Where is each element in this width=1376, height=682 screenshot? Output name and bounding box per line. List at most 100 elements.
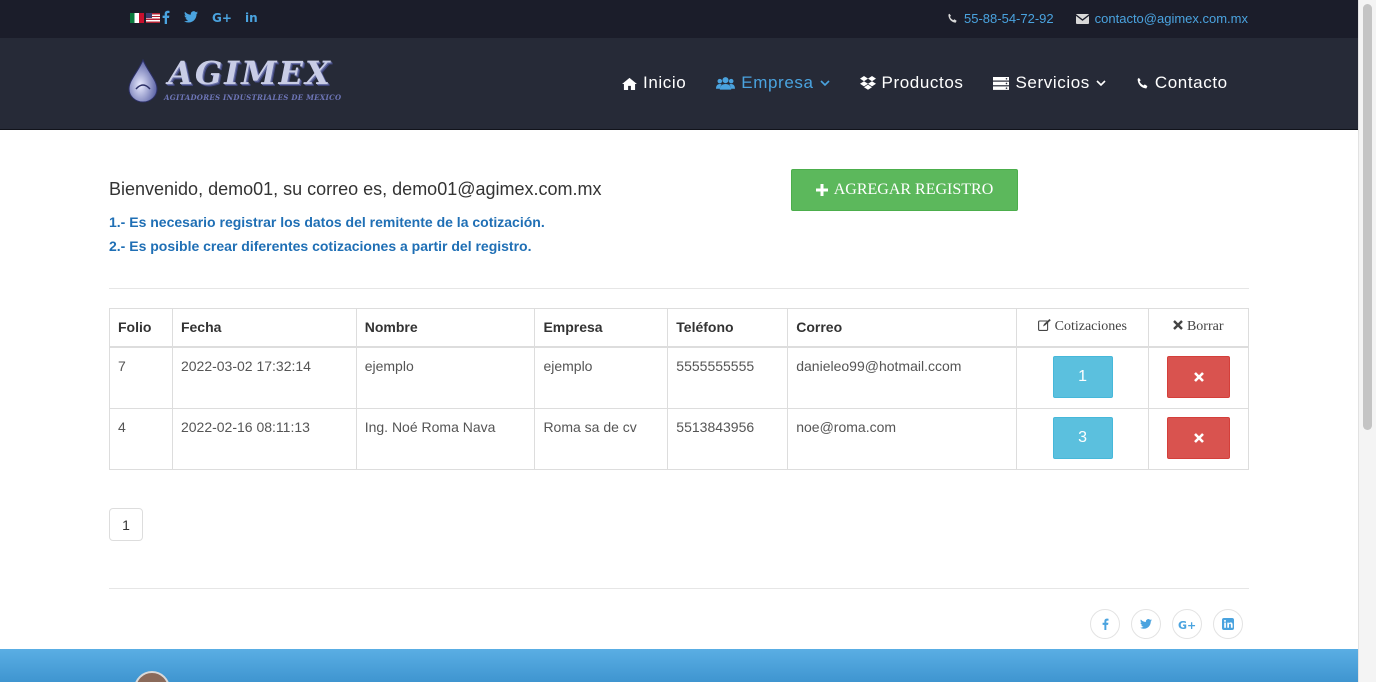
top-contact: 55-88-54-72-92 contacto@agimex.com.mx (947, 11, 1248, 26)
footer-band (0, 649, 1358, 682)
table-row: 4 2022-02-16 08:11:13 Ing. Noé Roma Nava… (109, 407, 1249, 470)
edit-icon (1038, 319, 1051, 331)
header-cotizaciones-label: Cotizaciones (1054, 319, 1127, 334)
nav-item-servicios[interactable]: Servicios (993, 73, 1106, 93)
server-icon (993, 76, 1010, 90)
plus-icon (815, 184, 828, 196)
table-row: 7 2022-03-02 17:32:14 ejemplo ejemplo 55… (109, 346, 1249, 409)
home-icon (622, 77, 637, 90)
instruction-1: 1.- Es necesario registrar los datos del… (109, 214, 545, 230)
cell-cotizaciones: 1 (1016, 346, 1149, 409)
nav-item-contacto[interactable]: Contacto (1136, 73, 1228, 93)
add-record-label: AGREGAR REGISTRO (833, 181, 994, 198)
vertical-scrollbar[interactable] (1358, 0, 1376, 682)
records-table: Folio Fecha Nombre Empresa Teléfono Corr… (109, 308, 1249, 470)
footer-social-links: G+ (1090, 609, 1243, 639)
header-borrar-label: Borrar (1186, 319, 1224, 334)
mexico-flag-icon[interactable] (130, 13, 144, 23)
cell-correo: noe@roma.com (787, 407, 1018, 470)
cell-nombre: Ing. Noé Roma Nava (355, 407, 536, 470)
cell-borrar (1148, 346, 1249, 409)
twitter-icon[interactable] (184, 11, 198, 23)
nav-item-productos[interactable]: Productos (859, 73, 964, 93)
top-phone-text: 55-88-54-72-92 (964, 11, 1054, 26)
svg-text:G+: G+ (212, 11, 231, 23)
cell-fecha: 2022-03-02 17:32:14 (171, 346, 357, 409)
welcome-text: Bienvenido, demo01, su correo es, demo01… (109, 179, 602, 199)
facebook-icon (1102, 618, 1108, 630)
header-empresa: Empresa (534, 308, 669, 348)
main-nav: Inicio Empresa Productos Servicios Conta… (622, 73, 1228, 93)
divider (109, 288, 1249, 289)
nav-label-inicio: Inicio (643, 73, 687, 92)
header-telefono: Teléfono (667, 308, 789, 348)
delete-button[interactable] (1167, 416, 1230, 459)
usa-flag-icon[interactable] (146, 13, 160, 23)
divider (109, 588, 1249, 589)
google-plus-icon: G+ (1178, 619, 1196, 630)
times-icon (1173, 320, 1184, 330)
cell-empresa: ejemplo (534, 346, 669, 409)
envelope-icon (1075, 13, 1089, 24)
linkedin-icon (1222, 618, 1234, 630)
footer-linkedin-button[interactable] (1213, 609, 1243, 639)
header-folio: Folio (109, 308, 173, 348)
scrollbar-thumb[interactable] (1363, 4, 1372, 430)
nav-label-productos: Productos (881, 73, 964, 92)
footer-twitter-button[interactable] (1131, 609, 1161, 639)
agimex-logo[interactable]: AGIMEX AGITADORES INDUSTRIALES DE MEXICO (126, 54, 366, 106)
cell-correo: danieleo99@hotmail.ccom (787, 346, 1018, 409)
footer-avatar (134, 671, 170, 682)
language-flags (130, 13, 160, 23)
delete-button[interactable] (1167, 355, 1230, 398)
twitter-icon (1140, 619, 1152, 629)
footer-google-plus-button[interactable]: G+ (1172, 609, 1202, 639)
cell-cotizaciones: 3 (1016, 407, 1149, 470)
browser-viewport: G+ in 55-88-54-72-92 contacto@agimex.com… (0, 0, 1358, 682)
cell-folio: 7 (109, 346, 173, 409)
brand-name: AGIMEX (168, 54, 332, 92)
users-icon (716, 77, 736, 90)
cell-telefono: 5555555555 (667, 346, 789, 409)
nav-item-empresa[interactable]: Empresa (716, 73, 830, 93)
header-correo: Correo (787, 308, 1018, 348)
times-icon (1193, 371, 1204, 382)
brand-tagline: AGITADORES INDUSTRIALES DE MEXICO (164, 93, 342, 102)
add-record-button[interactable]: AGREGAR REGISTRO (791, 169, 1018, 211)
cell-nombre: ejemplo (355, 346, 536, 409)
nav-item-inicio[interactable]: Inicio (622, 73, 686, 93)
nav-label-servicios: Servicios (1015, 73, 1090, 92)
nav-label-empresa: Empresa (741, 73, 814, 92)
svg-text:in: in (245, 11, 258, 23)
top-bar: G+ in 55-88-54-72-92 contacto@agimex.com… (0, 0, 1358, 38)
cell-folio: 4 (109, 407, 173, 470)
header-borrar: Borrar (1148, 308, 1249, 348)
times-icon (1193, 432, 1204, 443)
svg-text:G+: G+ (1178, 619, 1196, 630)
top-email-text: contacto@agimex.com.mx (1094, 11, 1248, 26)
dropbox-icon (859, 76, 876, 90)
header-cotizaciones: Cotizaciones (1016, 308, 1149, 348)
quotes-button[interactable]: 1 (1052, 355, 1113, 398)
quotes-button[interactable]: 3 (1052, 416, 1113, 459)
header-fecha: Fecha (171, 308, 357, 348)
cell-fecha: 2022-02-16 08:11:13 (171, 407, 357, 470)
cell-borrar (1148, 407, 1249, 470)
linkedin-icon[interactable]: in (245, 11, 258, 23)
top-email[interactable]: contacto@agimex.com.mx (1075, 11, 1248, 26)
water-drop-icon (128, 58, 158, 103)
table-header-row: Folio Fecha Nombre Empresa Teléfono Corr… (109, 308, 1249, 348)
main-navbar: AGIMEX AGITADORES INDUSTRIALES DE MEXICO… (0, 38, 1358, 130)
top-phone[interactable]: 55-88-54-72-92 (947, 11, 1054, 26)
phone-icon (948, 13, 957, 23)
facebook-icon[interactable] (162, 10, 170, 24)
phone-icon (1137, 77, 1148, 88)
instruction-2: 2.- Es posible crear diferentes cotizaci… (109, 238, 532, 254)
top-social-links: G+ in (162, 10, 258, 24)
pagination-page-1[interactable]: 1 (109, 508, 143, 541)
footer-facebook-button[interactable] (1090, 609, 1120, 639)
header-nombre: Nombre (355, 308, 536, 348)
cell-telefono: 5513843956 (667, 407, 789, 470)
google-plus-icon[interactable]: G+ (212, 11, 231, 23)
nav-label-contacto: Contacto (1154, 73, 1228, 92)
